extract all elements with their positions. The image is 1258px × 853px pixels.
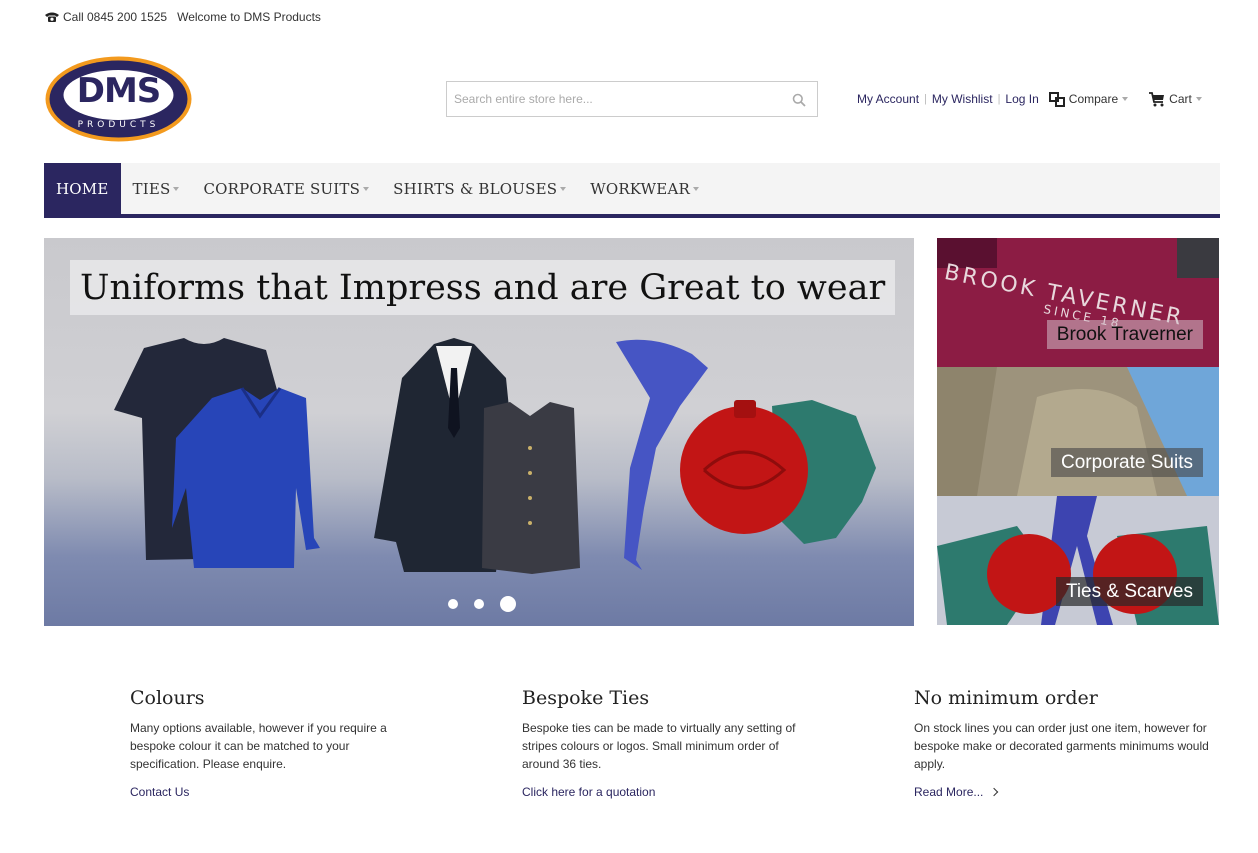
tile-corporate-suits[interactable]: Corporate Suits — [937, 367, 1219, 496]
feature-title: Bespoke Ties — [522, 687, 650, 709]
chevron-down-icon — [173, 186, 180, 191]
separator: | — [924, 93, 927, 105]
nav-item-ties[interactable]: TIES — [121, 163, 192, 214]
nav-label: WORKWEAR — [590, 179, 690, 198]
slide-dot-2[interactable] — [474, 599, 484, 609]
account-links: My Account | My Wishlist | Log In Compar… — [857, 91, 1202, 107]
tile-label: Brook Traverner — [1046, 320, 1203, 349]
cart-dropdown[interactable]: Cart — [1148, 91, 1202, 107]
feature-body: On stock lines you can order just one it… — [914, 721, 1209, 771]
red-tie-shape — [680, 406, 808, 534]
slide-dot-1[interactable] — [448, 599, 458, 609]
feature-colours: Colours Many options available, however … — [130, 687, 420, 801]
search-box — [446, 81, 818, 117]
my-account-link[interactable]: My Account — [857, 92, 919, 106]
cart-icon — [1149, 92, 1165, 107]
phone-icon — [45, 12, 59, 22]
feature-body: Bespoke ties can be made to virtually an… — [522, 721, 796, 771]
read-more-row: Read More... — [914, 785, 1204, 799]
topbar: Call 0845 200 1525 Welcome to DMS Produc… — [44, 9, 321, 25]
log-in-link[interactable]: Log In — [1005, 92, 1038, 106]
welcome-message: Welcome to DMS Products — [177, 10, 321, 24]
tile-ties-scarves[interactable]: Ties & Scarves — [937, 496, 1219, 625]
cart-label: Cart — [1169, 92, 1192, 106]
compare-label: Compare — [1068, 92, 1119, 106]
slide-dot-3[interactable] — [500, 596, 516, 612]
tile-brook-taverner[interactable]: BROOK TAVERNER SINCE 18 Brook Traverner — [937, 238, 1219, 367]
hero-slider[interactable]: Uniforms that Impress and are Great to w… — [44, 238, 914, 626]
feature-no-minimum-order: No minimum order On stock lines you can … — [914, 687, 1209, 799]
search-input[interactable] — [447, 82, 767, 116]
my-wishlist-link[interactable]: My Wishlist — [932, 92, 993, 106]
nav-item-shirts-blouses[interactable]: SHIRTS & BLOUSES — [381, 163, 578, 214]
slider-pagination — [448, 596, 516, 612]
compare-icon — [1048, 91, 1065, 107]
nav-label: CORPORATE SUITS — [203, 179, 361, 198]
nav-item-workwear[interactable]: WORKWEAR — [578, 163, 711, 214]
feature-title: No minimum order — [914, 687, 1098, 709]
compare-dropdown[interactable]: Compare — [1048, 91, 1129, 107]
feature-body: Many options available, however if you r… — [130, 721, 387, 771]
feature-title: Colours — [130, 687, 205, 709]
nav-label: SHIRTS & BLOUSES — [393, 179, 558, 198]
chevron-right-icon — [990, 787, 999, 796]
phone-number: Call 0845 200 1525 — [63, 10, 168, 24]
chevron-down-icon — [1195, 97, 1202, 101]
nav-item-corporate-suits[interactable]: CORPORATE SUITS — [191, 163, 381, 214]
tile-label: Corporate Suits — [1050, 448, 1203, 477]
search-icon[interactable] — [792, 93, 806, 107]
logo-text: DMS — [76, 71, 162, 111]
nav-item-home[interactable]: HOME — [44, 163, 121, 214]
logo-subtext: PRODUCTS — [77, 120, 160, 130]
nav-label: TIES — [132, 179, 171, 198]
nav-label: HOME — [56, 179, 109, 198]
quotation-link[interactable]: Click here for a quotation — [522, 785, 655, 799]
waistcoat-shape — [482, 402, 580, 574]
feature-bespoke-ties: Bespoke Ties Bespoke ties can be made to… — [522, 687, 812, 801]
chevron-down-icon — [560, 186, 567, 191]
chevron-down-icon — [692, 186, 699, 191]
chevron-down-icon — [1122, 97, 1129, 101]
separator: | — [997, 93, 1001, 105]
contact-us-link[interactable]: Contact Us — [130, 785, 189, 799]
main-navigation: HOME TIES CORPORATE SUITS SHIRTS & BLOUS… — [44, 163, 1220, 218]
site-logo[interactable]: DMS PRODUCTS — [44, 55, 193, 143]
read-more-link[interactable]: Read More... — [914, 785, 983, 799]
chevron-down-icon — [363, 186, 370, 191]
tile-label: Ties & Scarves — [1055, 577, 1203, 606]
hero-headline: Uniforms that Impress and are Great to w… — [70, 260, 896, 315]
